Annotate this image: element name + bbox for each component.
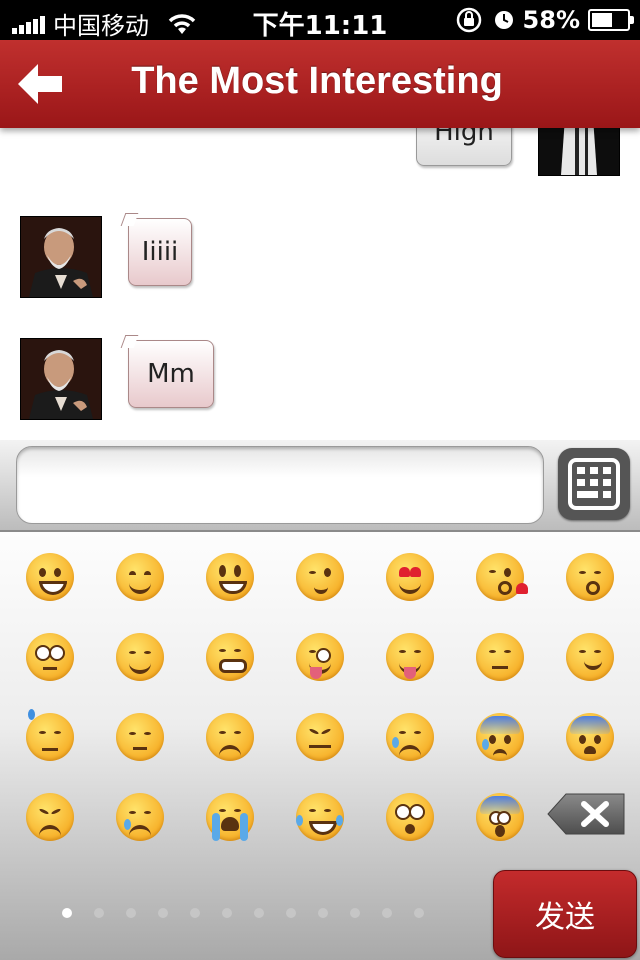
emoji-stuck-out-tongue-wink-icon[interactable] [296,633,344,681]
emoji-cry-icon[interactable] [116,793,164,841]
emoji-unamused-icon[interactable] [476,633,524,681]
avatar-image [21,339,101,419]
message-text: High [434,128,494,147]
message-input[interactable] [16,446,544,524]
emoji-smiley-icon[interactable] [206,553,254,601]
battery-percent: 58% [522,6,580,34]
emoji-wink-icon[interactable] [296,553,344,601]
battery-icon [588,9,634,31]
page-dot[interactable] [318,908,328,918]
emoji-disappointed-icon[interactable] [206,713,254,761]
page-dot[interactable] [222,908,232,918]
page-dot[interactable] [286,908,296,918]
input-bar [0,440,640,532]
emoji-stuck-out-tongue-closed-eyes-icon[interactable] [386,633,434,681]
emoji-joy-icon[interactable] [296,793,344,841]
alarm-clock-icon [494,11,513,29]
backspace-icon[interactable] [546,792,626,836]
my-avatar[interactable] [538,128,620,176]
emoji-sob-icon[interactable] [206,793,254,841]
emoji-scream-icon[interactable] [476,793,524,841]
keyboard-toggle-button[interactable] [558,448,630,520]
emoji-grin-icon[interactable] [26,553,74,601]
send-button-label: 发送 [535,900,595,935]
emoji-confounded-icon[interactable] [296,713,344,761]
avatar-image [21,217,101,297]
page-dot[interactable] [414,908,424,918]
message-text: Mm [147,359,195,389]
status-bar: 中国移动 下午11:11 58% [0,0,640,41]
emoji-kiss-heart-icon[interactable] [476,553,528,601]
page-dot[interactable] [126,908,136,918]
keyboard-icon [568,458,620,510]
emoji-smirk-icon[interactable] [566,633,614,681]
page-title: The Most Interesting [131,60,503,102]
contact-avatar[interactable] [20,338,102,420]
message-text: Iiiii [141,237,179,267]
emoji-smile-blush-icon[interactable] [116,553,164,601]
emoji-pensive-icon[interactable] [116,713,164,761]
emoji-heart-eyes-icon[interactable] [386,553,434,601]
emoji-sweat-icon[interactable] [26,709,74,761]
emoji-kissing-closed-eyes-icon[interactable] [566,553,614,601]
emoji-fearful-icon[interactable] [566,713,614,761]
emoji-relieved-icon[interactable] [116,633,164,681]
emoji-astonished-icon[interactable] [386,793,434,841]
chat-list[interactable]: High Iiiii Mm [0,128,640,440]
navigation-bar: The Most Interesting [0,40,640,128]
page-dot[interactable] [350,908,360,918]
avatar-image [539,128,619,175]
emoji-cold-sweat-icon[interactable] [476,713,524,761]
page-indicator [62,908,424,918]
message-bubble-incoming[interactable]: Mm [120,335,214,408]
page-dot[interactable] [158,908,168,918]
message-bubble-outgoing[interactable]: High [416,128,512,166]
send-button[interactable]: 发送 [493,870,637,958]
message-bubble-incoming[interactable]: Iiiii [120,213,192,286]
rotation-lock-icon [456,7,481,33]
page-dot[interactable] [190,908,200,918]
emoji-grimacing-icon[interactable] [206,633,254,681]
contact-avatar[interactable] [20,216,102,298]
page-dot[interactable] [254,908,264,918]
emoji-persevere-icon[interactable] [26,793,74,841]
emoji-disappointed-relieved-icon[interactable] [386,713,434,761]
page-dot[interactable] [94,908,104,918]
page-dot[interactable] [382,908,392,918]
emoji-flushed-icon[interactable] [26,633,74,681]
page-dot[interactable] [62,908,72,918]
